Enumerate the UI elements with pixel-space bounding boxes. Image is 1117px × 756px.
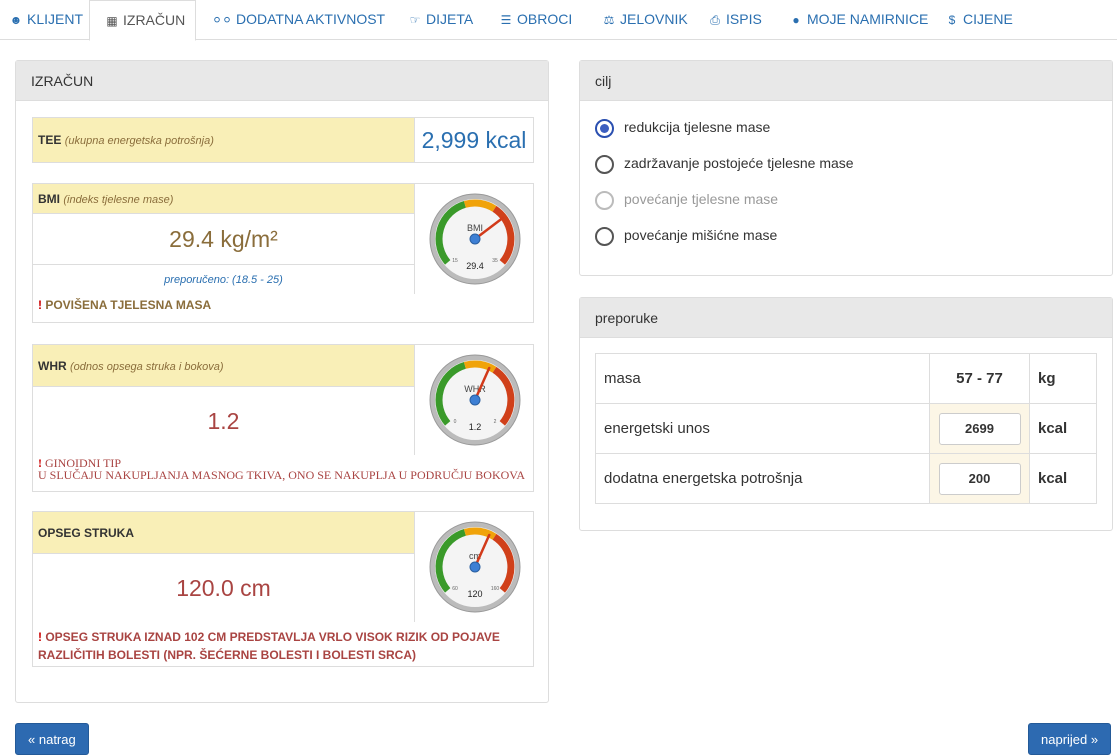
struk-warning: ! OPSEG STRUKA IZNAD 102 CM PREDSTAVLJA … xyxy=(38,630,500,662)
izracun-title: IZRAČUN xyxy=(16,61,548,101)
tab-izracun[interactable]: ▦ IZRAČUN xyxy=(89,0,196,41)
next-button[interactable]: naprijed » xyxy=(1028,723,1112,755)
row-input-cell: 200 xyxy=(929,453,1030,504)
struk-value: 120.0 cm xyxy=(176,575,271,601)
bmi-recommended: preporučeno: (18.5 - 25) xyxy=(33,264,414,294)
row-input-cell: 2699 xyxy=(929,403,1030,454)
bmi-warning-mark: ! xyxy=(38,298,42,312)
preporuke-title: preporuke xyxy=(580,298,1112,338)
back-button[interactable]: « natrag xyxy=(15,723,89,755)
whr-value: 1.2 xyxy=(207,408,240,434)
row-label: masa xyxy=(595,353,930,404)
tee-box: TEE (ukupna energetska potrošnja) 2,999 … xyxy=(32,117,534,163)
bmi-gauge-min: 15 xyxy=(452,258,458,264)
whr-box: WHR (odnos opsega struka i bokova) 1.2 W… xyxy=(32,344,534,492)
struk-label: OPSEG STRUKA xyxy=(33,512,414,554)
tab-bar: ☻ KLIJENT ▦ IZRAČUN ⚪⚪ DODATNA AKTIVNOST ☞ D… xyxy=(0,0,1117,41)
bmi-label: BMI (indeks tjelesne mase) xyxy=(33,184,414,214)
thumbs-up-icon: ☞ xyxy=(409,13,421,27)
bmi-gauge-max: 35 xyxy=(492,258,498,264)
struk-warning-mark: ! xyxy=(38,630,42,644)
double-chevron-right-icon: » xyxy=(1090,732,1099,747)
radio-zadrzavanje[interactable]: zadržavanje postojeće tjelesne mase xyxy=(595,151,854,175)
user-icon: ☻ xyxy=(9,13,23,27)
preporuke-table: masa 57 - 77 kg energetski unos 2699 kca… xyxy=(595,353,1097,504)
dollar-icon: $ xyxy=(948,13,956,27)
row-label: dodatna energetska potrošnja xyxy=(595,453,930,504)
row-unit: kg xyxy=(1029,353,1097,404)
double-chevron-left-icon: « xyxy=(28,732,36,747)
tab-ispis[interactable]: ⎙ ISPIS xyxy=(708,0,762,40)
bmi-gauge-unit: BMI xyxy=(467,223,483,233)
row-unit: kcal xyxy=(1029,403,1097,454)
whr-label: WHR (odnos opsega struka i bokova) xyxy=(33,345,414,387)
row-value: 57 - 77 xyxy=(929,353,1030,404)
row-label: energetski unos xyxy=(595,403,930,454)
struk-gauge: cm 60 160 120 xyxy=(429,521,521,613)
whr-gauge-max: 2 xyxy=(494,419,497,425)
calculator-icon: ▦ xyxy=(106,14,118,28)
struk-gauge-min: 60 xyxy=(452,586,458,592)
radio-button[interactable] xyxy=(595,226,614,246)
radio-button-disabled xyxy=(595,190,614,210)
whr-gauge-min: 0 xyxy=(454,419,457,425)
struk-gauge-max: 160 xyxy=(491,586,500,592)
whr-gauge-unit: WHR xyxy=(464,384,486,394)
radio-povecanje-misicne[interactable]: povećanje mišićne mase xyxy=(595,223,777,247)
izracun-panel: IZRAČUN TEE (ukupna energetska potrošnja… xyxy=(15,60,549,703)
bicycle-icon: ⚪⚪ xyxy=(212,13,233,27)
whr-gauge-reading: 1.2 xyxy=(469,422,482,432)
tab-klijent[interactable]: ☻ KLIJENT xyxy=(0,0,92,40)
radio-button-checked[interactable] xyxy=(595,118,614,138)
dodatna-potrosnja-input[interactable]: 200 xyxy=(938,462,1021,495)
cilj-title: cilj xyxy=(580,61,1112,101)
struk-gauge-cell: cm 60 160 120 xyxy=(414,512,533,622)
bmi-gauge-cell: BMI 15 35 29.4 xyxy=(414,184,533,294)
struk-gauge-reading: 120 xyxy=(467,589,482,599)
tab-jelovnik[interactable]: ⚖ JELOVNIK xyxy=(602,0,688,40)
tab-cijene[interactable]: $ CIJENE xyxy=(945,0,1013,40)
bmi-value: 29.4 kg/m² xyxy=(169,226,278,252)
energetski-unos-input[interactable]: 2699 xyxy=(938,412,1021,445)
whr-warning: ! GINOIDNI TIP U SLUČAJU NAKUPLJANJA MAS… xyxy=(38,456,526,482)
tee-label: TEE (ukupna energetska potrošnja) xyxy=(33,118,414,162)
bmi-gauge-reading: 29.4 xyxy=(466,261,484,271)
bmi-warning: ! POVIŠENA TJELESNA MASA xyxy=(38,298,212,312)
cilj-panel: cilj redukcija tjelesne mase zadržavanje… xyxy=(579,60,1113,276)
tab-moje-namirnice[interactable]: ● MOJE NAMIRNICE xyxy=(789,0,928,40)
cutlery-icon: ⚖ xyxy=(603,13,615,27)
table-row: dodatna energetska potrošnja 200 kcal xyxy=(595,453,1097,504)
radio-redukcija[interactable]: redukcija tjelesne mase xyxy=(595,115,770,139)
tee-value: 2,999 kcal xyxy=(414,118,533,162)
list-icon: ☰ xyxy=(500,13,512,27)
radio-button[interactable] xyxy=(595,154,614,174)
tab-dijeta[interactable]: ☞ DIJETA xyxy=(408,0,474,40)
radio-povecanje-tjelesne: povećanje tjelesne mase xyxy=(595,187,778,211)
bmi-box: BMI (indeks tjelesne mase) 29.4 kg/m² pr… xyxy=(32,183,534,323)
table-row: energetski unos 2699 kcal xyxy=(595,403,1097,454)
print-icon: ⎙ xyxy=(710,13,720,27)
preporuke-panel: preporuke masa 57 - 77 kg energetski uno… xyxy=(579,297,1113,531)
bmi-gauge: BMI 15 35 29.4 xyxy=(429,193,521,285)
tab-dodatna-aktivnost[interactable]: ⚪⚪ DODATNA AKTIVNOST xyxy=(212,0,385,40)
whr-gauge-cell: WHR 0 2 1.2 xyxy=(414,345,533,455)
apple-icon: ● xyxy=(792,13,800,27)
tab-obroci[interactable]: ☰ OBROCI xyxy=(499,0,573,40)
table-row: masa 57 - 77 kg xyxy=(595,353,1097,404)
row-unit: kcal xyxy=(1029,453,1097,504)
whr-gauge: WHR 0 2 1.2 xyxy=(429,354,521,446)
struk-box: OPSEG STRUKA 120.0 cm cm 60 160 120 ! OP… xyxy=(32,511,534,667)
